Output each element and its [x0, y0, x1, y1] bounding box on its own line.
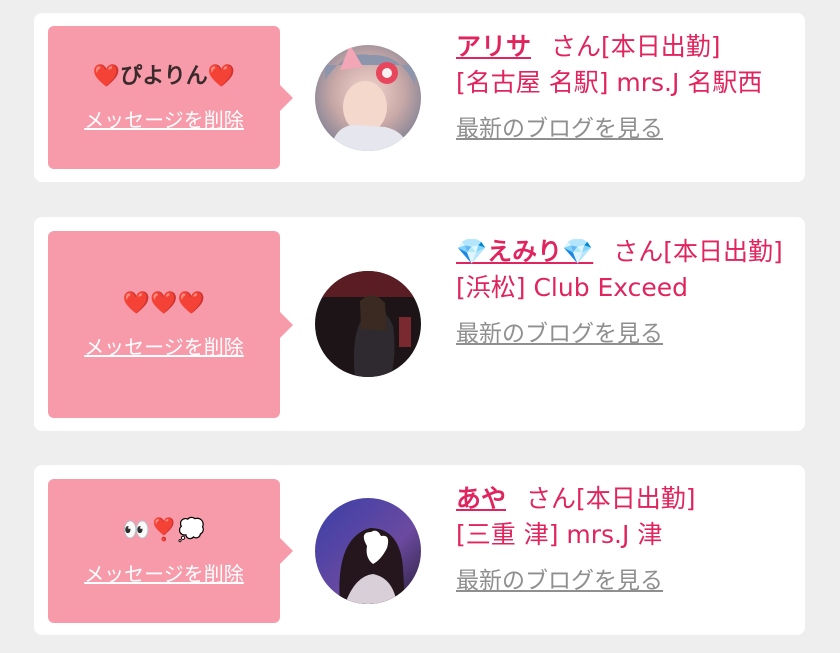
message-text: ❤️ぴよりん❤️: [92, 64, 236, 89]
shop-location: [名古屋 名駅] mrs.J 名駅西: [456, 68, 763, 97]
latest-blog-link[interactable]: 最新のブログを見る: [456, 111, 663, 147]
delete-message-link[interactable]: メッセージを削除: [84, 104, 244, 133]
latest-blog-link[interactable]: 最新のブログを見る: [456, 316, 663, 352]
work-status: [本日出勤]: [663, 237, 783, 266]
message-bubble: ❤️❤️❤️ メッセージを削除: [48, 231, 293, 418]
cast-info: 💎えみり💎 さん[本日出勤] [浜松] Club Exceed 最新のブログを見る: [456, 234, 796, 352]
message-card: ❤️ぴよりん❤️ メッセージを削除 アリサ さん[本日出勤] [名古屋 名駅] …: [34, 13, 805, 182]
message-text: 👀❣️💭: [122, 517, 206, 543]
avatar[interactable]: [315, 271, 421, 377]
delete-message-link[interactable]: メッセージを削除: [84, 558, 244, 587]
honorific: さん: [613, 237, 664, 266]
work-status: [本日出勤]: [576, 484, 696, 513]
message-card: 👀❣️💭 メッセージを削除 あや さん[本日出勤] [三重 津] mrs.J 津…: [34, 465, 805, 635]
message-bubble: 👀❣️💭 メッセージを削除: [48, 479, 293, 623]
honorific: さん: [551, 32, 602, 61]
cast-name-link[interactable]: 💎えみり💎: [456, 237, 593, 266]
shop-location: [三重 津] mrs.J 津: [456, 520, 663, 549]
cast-info: アリサ さん[本日出勤] [名古屋 名駅] mrs.J 名駅西 最新のブログを見る: [456, 29, 796, 147]
avatar[interactable]: [315, 498, 421, 604]
name-line: 💎えみり💎 さん[本日出勤]: [456, 234, 796, 270]
name-line: あや さん[本日出勤]: [456, 481, 796, 517]
latest-blog-link[interactable]: 最新のブログを見る: [456, 563, 663, 599]
message-list: ❤️ぴよりん❤️ メッセージを削除 アリサ さん[本日出勤] [名古屋 名駅] …: [0, 0, 840, 653]
shop-location: [浜松] Club Exceed: [456, 273, 689, 302]
message-bubble: ❤️ぴよりん❤️ メッセージを削除: [48, 26, 293, 169]
message-text: ❤️❤️❤️: [122, 291, 206, 316]
work-status: [本日出勤]: [601, 32, 721, 61]
message-card: ❤️❤️❤️ メッセージを削除 💎えみり💎 さん[本日出勤] [浜松] Club …: [34, 217, 805, 431]
cast-name-link[interactable]: あや: [456, 484, 506, 513]
cast-name-link[interactable]: アリサ: [456, 32, 531, 61]
delete-message-link[interactable]: メッセージを削除: [84, 331, 244, 360]
avatar[interactable]: [315, 45, 421, 151]
honorific: さん: [526, 484, 577, 513]
name-line: アリサ さん[本日出勤]: [456, 29, 796, 65]
cast-info: あや さん[本日出勤] [三重 津] mrs.J 津 最新のブログを見る: [456, 481, 796, 599]
